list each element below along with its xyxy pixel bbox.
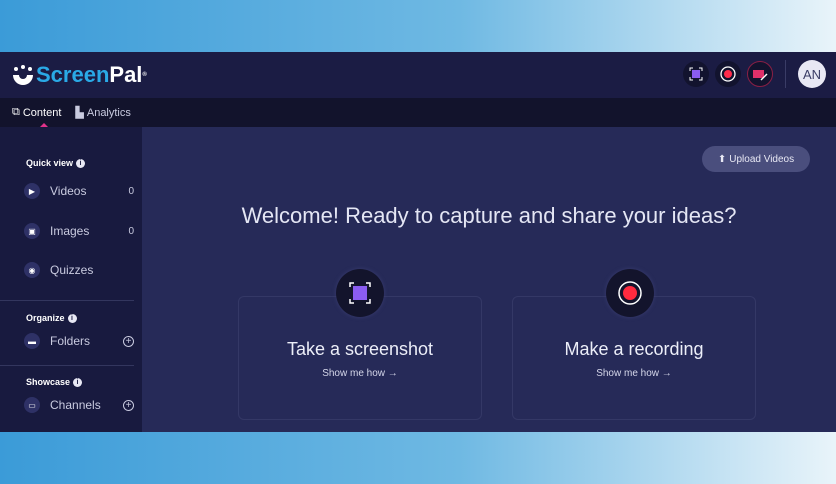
screenpal-logo[interactable]: Screen Pal ® (10, 62, 147, 88)
chart-icon: ▙ (75, 107, 84, 119)
showcase-heading: Showcase i (26, 377, 83, 387)
organize-heading: Organize i (26, 313, 77, 323)
show-me-how-link[interactable]: Show me how → (239, 368, 481, 379)
screenshot-icon (689, 67, 703, 81)
sidebar-item-quizzes[interactable]: ◉ Quizzes (24, 262, 134, 278)
header: Screen Pal ® AN (0, 52, 836, 98)
upload-icon: ⬆ (717, 153, 727, 165)
screenshot-button[interactable] (683, 61, 709, 87)
upload-videos-button[interactable]: ⬆ Upload Videos (702, 146, 810, 172)
folder-icon: ▬ (24, 333, 40, 349)
screenshot-icon (336, 269, 384, 317)
images-count: 0 (128, 225, 134, 237)
video-edit-icon (753, 70, 768, 81)
tab-analytics[interactable]: ▙ Analytics (75, 106, 131, 120)
show-me-how-link[interactable]: Show me how → (513, 368, 755, 379)
sidebar-item-folders[interactable]: ▬ Folders + (24, 333, 134, 349)
sidebar: Quick view i ▶ Videos 0 ▣ Images 0 ◉ Quizzes O… (0, 127, 142, 432)
add-folder-icon[interactable]: + (123, 335, 134, 347)
app-window: Screen Pal ® AN ⧉ Content ▙ Analytics Quick … (0, 52, 836, 432)
logo-icon (13, 65, 33, 85)
divider (0, 300, 134, 301)
divider (785, 60, 786, 88)
image-icon: ▣ (24, 223, 40, 239)
content-icon: ⧉ (12, 106, 20, 118)
sidebar-item-channels[interactable]: ▭ Channels + (24, 397, 134, 413)
info-icon[interactable]: i (76, 158, 86, 168)
divider (0, 365, 134, 366)
record-icon (720, 66, 736, 82)
info-icon[interactable]: i (67, 313, 77, 323)
play-icon: ▶ (24, 183, 40, 199)
tab-content[interactable]: ⧉ Content (12, 106, 61, 128)
tab-bar: ⧉ Content ▙ Analytics (0, 98, 836, 128)
record-icon (606, 269, 654, 317)
main-content: ⬆ Upload Videos Welcome! Ready to capture… (142, 127, 836, 432)
info-icon[interactable]: i (73, 377, 83, 387)
welcome-heading: Welcome! Ready to capture and share your… (241, 203, 737, 228)
quick-view-heading: Quick view i (26, 158, 86, 168)
videos-count: 0 (128, 185, 134, 197)
record-button[interactable] (715, 61, 741, 87)
sidebar-item-images[interactable]: ▣ Images 0 (24, 223, 134, 239)
edit-video-button[interactable] (747, 61, 773, 87)
channel-icon: ▭ (24, 397, 40, 413)
sidebar-item-videos[interactable]: ▶ Videos 0 (24, 183, 134, 199)
avatar[interactable]: AN (798, 60, 826, 88)
award-icon: ◉ (24, 262, 40, 278)
add-channel-icon[interactable]: + (123, 399, 134, 411)
